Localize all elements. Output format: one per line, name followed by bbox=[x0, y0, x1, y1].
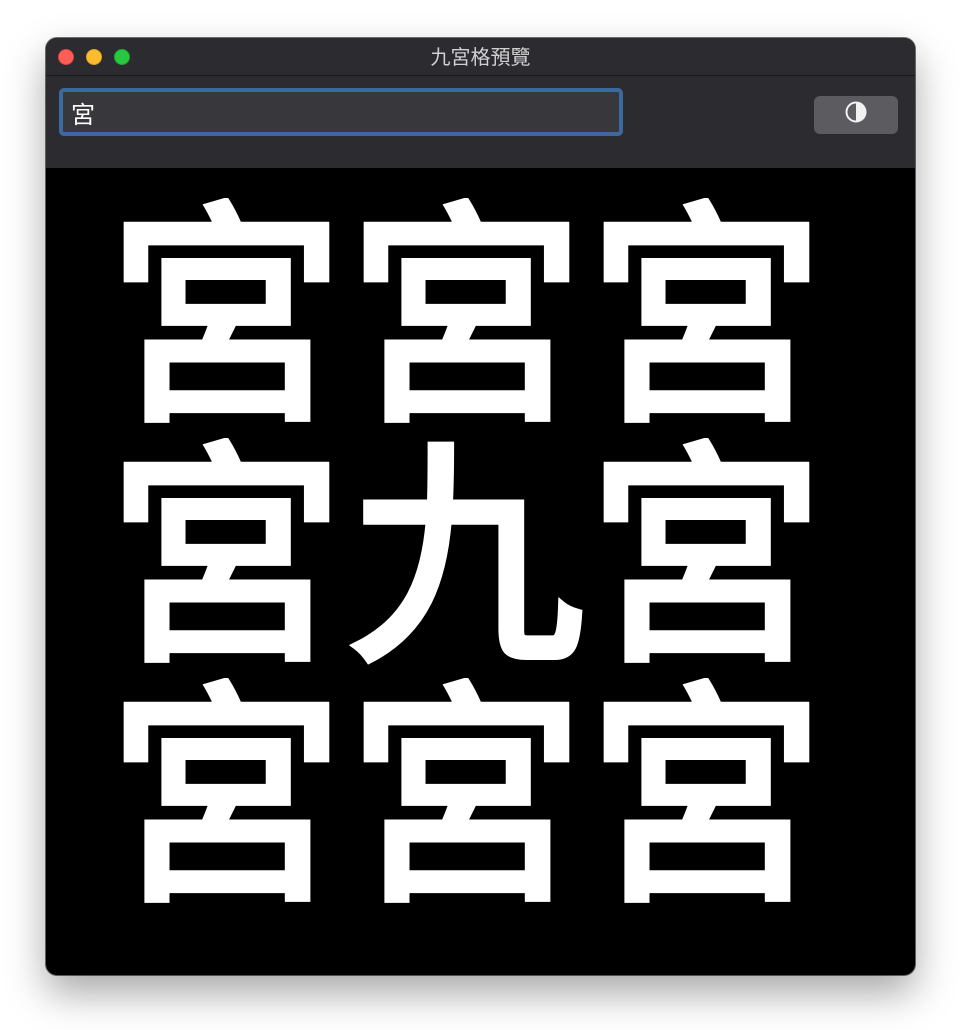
half-circle-contrast-icon bbox=[844, 100, 868, 130]
title-bar[interactable]: 九宮格預覽 bbox=[46, 38, 915, 76]
contrast-toggle-button[interactable] bbox=[814, 96, 898, 134]
grid-cell-center: 九 bbox=[347, 438, 584, 678]
grid-cell-middle-left: 宮 bbox=[107, 438, 344, 678]
grid-cell-top-left: 宮 bbox=[107, 198, 344, 438]
window-title: 九宮格預覽 bbox=[430, 45, 531, 69]
grid-cell-bottom-center: 宮 bbox=[347, 678, 584, 918]
grid-cell-top-right: 宮 bbox=[587, 198, 824, 438]
grid-cell-bottom-left: 宮 bbox=[107, 678, 344, 918]
grid-cell-bottom-right: 宮 bbox=[587, 678, 824, 918]
nine-grid-preview: 宮 宮 宮 宮 九 宮 宮 宮 宮 bbox=[106, 198, 826, 918]
character-input[interactable] bbox=[59, 88, 623, 136]
grid-cell-top-center: 宮 bbox=[347, 198, 584, 438]
app-window: 九宮格預覽 宮 宮 宮 宮 九 宮 宮 宮 宮 bbox=[46, 38, 915, 975]
grid-cell-middle-right: 宮 bbox=[587, 438, 824, 678]
toolbar bbox=[46, 76, 915, 168]
